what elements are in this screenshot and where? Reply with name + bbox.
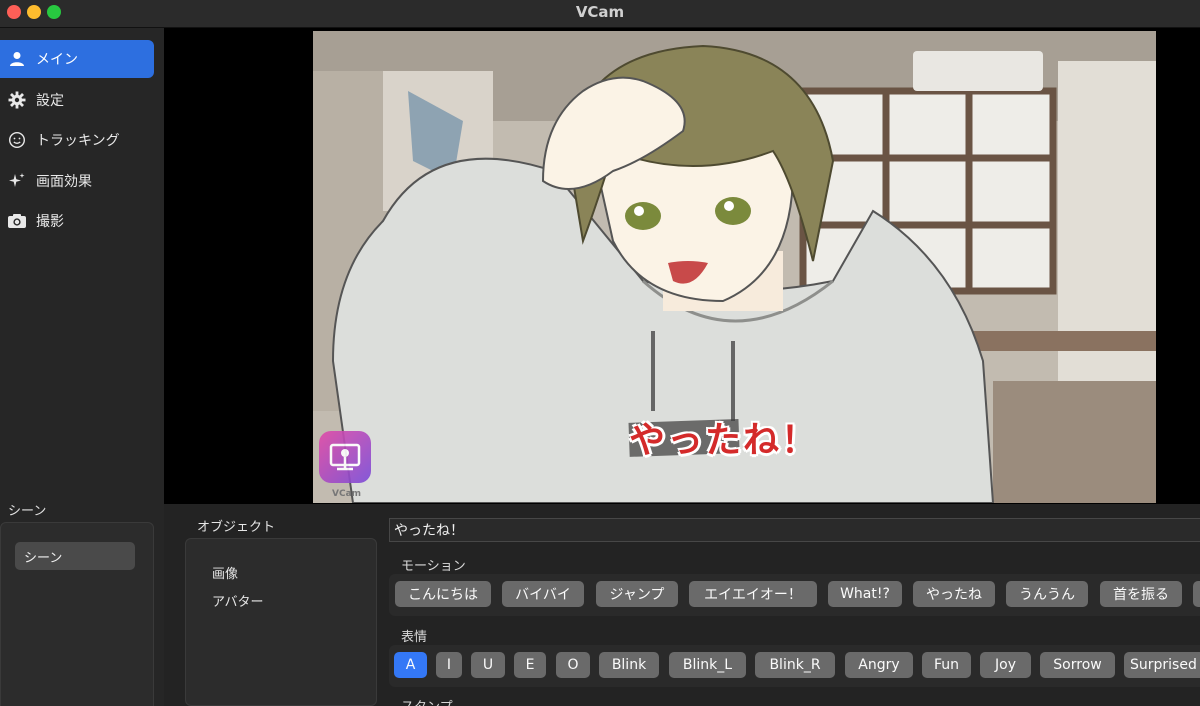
expression-button[interactable]: Sorrow xyxy=(1040,652,1115,678)
avatar-preview[interactable]: やったね！ VCam xyxy=(313,31,1156,503)
expression-button[interactable]: Joy xyxy=(980,652,1031,678)
motion-button[interactable]: ジャンプ xyxy=(596,581,678,607)
sidebar-item-settings[interactable]: 設定 xyxy=(0,81,154,119)
title-bar: VCam xyxy=(0,0,1200,28)
motion-heading: モーション xyxy=(401,559,466,574)
stamp-heading: スタンプ xyxy=(401,696,453,706)
expression-button[interactable]: Angry xyxy=(845,652,913,678)
motion-button[interactable]: うんうん xyxy=(1006,581,1088,607)
vcam-logo-label: VCam xyxy=(332,489,362,499)
sparkles-icon xyxy=(6,170,28,192)
scene-list-item[interactable]: シーン xyxy=(15,542,135,570)
sidebar-item-capture[interactable]: 撮影 xyxy=(0,202,154,240)
sidebar-item-label: メイン xyxy=(36,52,78,68)
objects-list: 画像 アバター xyxy=(185,538,377,706)
sidebar-item-label: トラッキング xyxy=(36,133,120,149)
objects-heading: オブジェクト xyxy=(197,520,276,535)
expression-button[interactable]: Blink xyxy=(599,652,659,678)
scene-heading: シーン xyxy=(8,504,47,519)
motion-button-overflow[interactable] xyxy=(1193,581,1200,607)
gear-icon xyxy=(6,89,28,111)
vcam-logo-icon xyxy=(319,431,371,483)
sidebar-item-effects[interactable]: 画面効果 xyxy=(0,162,154,200)
expression-button[interactable]: U xyxy=(471,652,505,678)
expression-button[interactable]: Blink_R xyxy=(755,652,835,678)
motion-button[interactable]: やったね xyxy=(913,581,995,607)
camera-icon xyxy=(6,210,28,232)
expression-button[interactable]: Blink_L xyxy=(669,652,746,678)
scene-list: シーン xyxy=(0,522,154,706)
motion-button-row: こんにちは バイバイ ジャンプ エイエイオー！ What!? やったね うんうん… xyxy=(389,574,1200,616)
window-title: VCam xyxy=(575,3,625,21)
expression-button-selected[interactable]: A xyxy=(394,652,427,678)
object-item-image[interactable]: 画像 xyxy=(212,563,238,582)
expression-button[interactable]: Fun xyxy=(922,652,971,678)
expression-button[interactable]: O xyxy=(556,652,590,678)
object-item-avatar[interactable]: アバター xyxy=(212,591,263,610)
sidebar-item-label: 撮影 xyxy=(36,214,64,230)
expression-button-row: A I U E O Blink Blink_L Blink_R Angry Fu… xyxy=(389,645,1200,687)
expression-heading: 表情 xyxy=(401,630,428,645)
speech-caption: やったね！ xyxy=(629,420,820,461)
expression-button[interactable]: Surprised xyxy=(1124,652,1200,678)
expression-button[interactable]: I xyxy=(436,652,462,678)
motion-button[interactable]: 首を振る xyxy=(1100,581,1182,607)
motion-button[interactable]: What!? xyxy=(828,581,902,607)
motion-button[interactable]: こんにちは xyxy=(395,581,491,607)
sidebar-item-label: 画面効果 xyxy=(36,174,92,190)
face-icon xyxy=(6,129,28,151)
expression-button[interactable]: E xyxy=(514,652,546,678)
sidebar-item-tracking[interactable]: トラッキング xyxy=(0,121,154,159)
message-input[interactable] xyxy=(389,518,1200,542)
motion-button[interactable]: エイエイオー！ xyxy=(689,581,817,607)
sidebar-item-main[interactable]: メイン xyxy=(0,40,154,78)
sidebar-item-label: 設定 xyxy=(36,93,64,109)
motion-button[interactable]: バイバイ xyxy=(502,581,584,607)
sidebar: メイン 設定 トラッキング 画面効果 撮影 シーン シーン xyxy=(0,28,164,706)
person-icon xyxy=(6,48,28,70)
